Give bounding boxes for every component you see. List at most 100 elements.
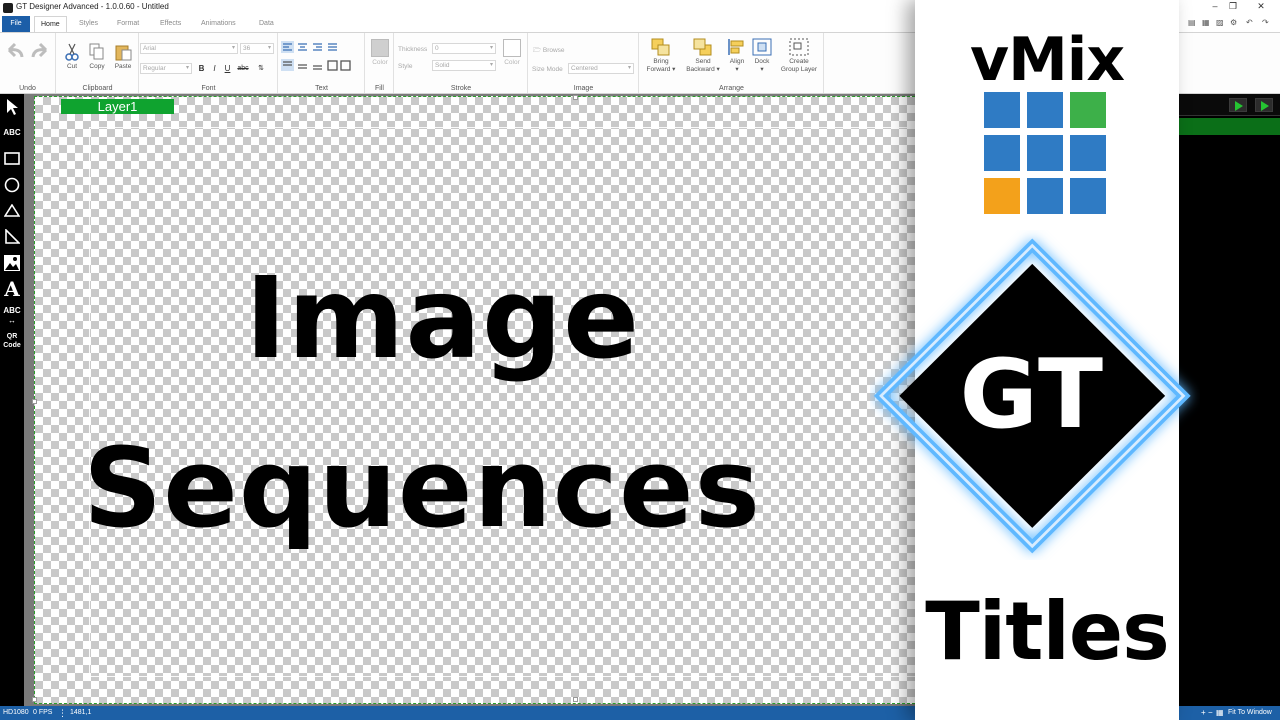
title-text-line-1[interactable]: Image: [245, 263, 640, 375]
fill-group-label: Fill: [375, 85, 384, 92]
underline-button[interactable]: U: [222, 63, 233, 74]
align-button[interactable]: Align ▾: [726, 38, 748, 74]
canvas-area: Layer1 Image Sequences: [24, 94, 919, 706]
fit-window-icon[interactable]: ▦: [1216, 706, 1224, 720]
undo-group-label: Undo: [19, 85, 36, 92]
fps-status: 0 FPS: [33, 709, 53, 716]
font-tool[interactable]: A: [2, 278, 22, 300]
text-alignment-icons[interactable]: [281, 41, 361, 83]
copy-button[interactable]: Copy: [85, 43, 109, 71]
font-group: Arial ▾ 36 ▾ Regular ▾ B I U abc ⇅ Font: [140, 33, 278, 93]
triangle-tool[interactable]: [2, 200, 22, 222]
redo-icon: [31, 42, 48, 58]
qr-code-tool[interactable]: QR Code: [2, 330, 22, 352]
settings-icon[interactable]: ⚙: [1230, 18, 1237, 27]
thickness-input[interactable]: 0 ▾: [432, 43, 496, 54]
title-text-line-2[interactable]: Sequences: [83, 433, 761, 543]
line-tool[interactable]: [2, 226, 22, 248]
paste-button[interactable]: Paste: [111, 43, 135, 71]
chevron-down-icon: ▾: [489, 62, 493, 68]
size-mode-value: Centered: [571, 65, 598, 72]
chevron-down-icon: ▾: [231, 45, 235, 51]
text-group-label: Text: [315, 85, 328, 92]
ellipse-icon: [4, 177, 20, 193]
dock-button[interactable]: Dock ▾: [750, 38, 774, 74]
bold-button[interactable]: B: [196, 63, 207, 74]
send-backward-label-2: Backward: [686, 66, 715, 73]
fill-color-label: Color: [372, 59, 388, 66]
bring-forward-label-2: Forward: [646, 66, 671, 73]
tab-data[interactable]: Data: [253, 16, 280, 32]
paste-label: Paste: [114, 63, 132, 70]
stroke-group: Thickness 0 ▾ Style Solid ▾ Color Stroke: [395, 33, 528, 93]
browse-button[interactable]: 🗁 Browse: [533, 46, 565, 57]
close-button[interactable]: ✕: [1254, 1, 1268, 12]
image-tool[interactable]: [2, 252, 22, 274]
quick-access-icon-2[interactable]: ▦: [1202, 18, 1210, 27]
restore-button[interactable]: ❐: [1226, 1, 1240, 12]
pointer-tool[interactable]: [2, 96, 22, 118]
undo-small-icon[interactable]: ↶: [1246, 18, 1253, 27]
zoom-out-icon[interactable]: −: [1208, 706, 1213, 720]
italic-button[interactable]: I: [209, 63, 220, 74]
fit-to-window-button[interactable]: Fit To Window: [1228, 706, 1272, 720]
text-case-icon[interactable]: ⇅: [254, 63, 268, 74]
tab-file[interactable]: File: [2, 16, 30, 32]
strikethrough-button[interactable]: abc: [236, 63, 250, 74]
redo-button[interactable]: [29, 41, 51, 61]
window-title: GT Designer Advanced - 1.0.0.60 - Untitl…: [16, 2, 169, 11]
app-icon: [3, 3, 13, 13]
gt-diamond-logo: GT: [873, 238, 1191, 554]
transparent-canvas[interactable]: Layer1 Image Sequences: [32, 95, 919, 704]
play-all-button[interactable]: [1255, 98, 1273, 112]
redo-small-icon[interactable]: ↷: [1262, 18, 1269, 27]
chevron-down-icon: ▾: [489, 45, 493, 51]
align-icon: [728, 39, 744, 55]
resize-handle[interactable]: [573, 95, 578, 100]
create-group-label-1: Create: [789, 58, 809, 65]
fill-color-button[interactable]: Color: [369, 39, 391, 67]
tab-animations[interactable]: Animations: [195, 16, 242, 32]
zoom-in-icon[interactable]: +: [1201, 706, 1206, 720]
tab-format[interactable]: Format: [111, 16, 145, 32]
vmix-logo-square: [984, 135, 1020, 171]
play-button[interactable]: [1229, 98, 1247, 112]
resize-handle[interactable]: [573, 697, 578, 702]
layer-tag[interactable]: Layer1: [61, 99, 174, 114]
font-family-select[interactable]: Arial ▾: [140, 43, 238, 54]
font-size-select[interactable]: 36 ▾: [240, 43, 274, 54]
fill-swatch-icon: [371, 39, 389, 57]
stroke-color-button[interactable]: Color: [500, 39, 524, 67]
resize-handle[interactable]: [32, 399, 37, 404]
rectangle-tool[interactable]: [2, 148, 22, 170]
vmix-logo-square: [984, 92, 1020, 128]
format-status: HD1080: [3, 709, 29, 716]
quick-access-icon-3[interactable]: ▨: [1216, 18, 1224, 27]
minimize-button[interactable]: –: [1208, 1, 1222, 11]
stroke-style-value: Solid: [435, 62, 450, 69]
bring-forward-button[interactable]: Bring Forward ▾: [642, 38, 680, 74]
browse-label: Browse: [542, 47, 565, 54]
titles-text: Titles: [925, 585, 1170, 678]
size-mode-select[interactable]: Centered ▾: [568, 63, 634, 74]
tab-effects[interactable]: Effects: [154, 16, 187, 32]
stroke-style-select[interactable]: Solid ▾: [432, 60, 496, 71]
text-tool[interactable]: ABC: [2, 122, 22, 144]
grip-icon: ⋮: [58, 708, 67, 718]
toolbox: ABC A ABC ↔ QR Code: [0, 94, 24, 706]
play-icon: [1235, 101, 1243, 111]
line-icon: [5, 228, 21, 244]
create-group-layer-button[interactable]: Create Group Layer: [776, 38, 822, 74]
ticker-tool[interactable]: ABC ↔: [2, 304, 22, 326]
tab-home[interactable]: Home: [34, 16, 67, 32]
resize-handle[interactable]: [32, 697, 37, 702]
cut-button[interactable]: Cut: [61, 43, 83, 71]
send-backward-button[interactable]: Send Backward ▾: [682, 38, 724, 74]
ellipse-tool[interactable]: [2, 174, 22, 196]
quick-access-icon-1[interactable]: ▤: [1188, 18, 1196, 27]
tab-styles[interactable]: Styles: [73, 16, 104, 32]
title-safe-frame: [89, 127, 919, 677]
align-label: Align: [729, 58, 745, 65]
font-style-select[interactable]: Regular ▾: [140, 63, 192, 74]
undo-button[interactable]: [4, 41, 26, 61]
